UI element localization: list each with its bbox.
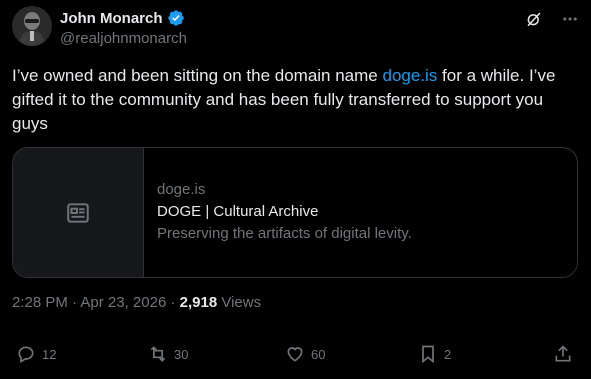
tweet-time[interactable]: 2:28 PM: [12, 294, 68, 311]
author-display-name[interactable]: John Monarch: [60, 10, 163, 27]
domain-link[interactable]: doge.is: [382, 66, 437, 85]
like-count: 60: [311, 346, 326, 362]
card-title: DOGE | Cultural Archive: [157, 203, 319, 220]
grok-icon[interactable]: [525, 10, 543, 28]
views-count: 2,918: [179, 294, 218, 311]
card-description: Preserving the artifacts of digital levi…: [157, 225, 412, 242]
meta-separator: ·: [166, 294, 180, 311]
author-name-row[interactable]: John Monarch: [60, 9, 185, 27]
heart-icon: [287, 347, 303, 362]
article-icon: [67, 202, 89, 223]
bookmark-icon: [422, 345, 434, 364]
share-icon: [555, 345, 571, 362]
card-domain: doge.is: [157, 181, 206, 198]
reply-icon: [18, 346, 34, 363]
more-options-icon[interactable]: [561, 10, 579, 28]
bookmark-count: 2: [444, 346, 452, 362]
repost-count: 30: [174, 346, 189, 362]
action-bar: 12 30 60 2: [16, 344, 579, 366]
repost-button[interactable]: 30: [148, 344, 188, 364]
link-card[interactable]: doge.is DOGE | Cultural Archive Preservi…: [12, 147, 578, 278]
reply-button[interactable]: 12: [16, 344, 56, 364]
tweet-date[interactable]: Apr 23, 2026: [80, 294, 166, 311]
repost-icon: [150, 346, 166, 362]
bookmark-button[interactable]: 2: [418, 344, 451, 364]
card-media: [13, 148, 144, 277]
verified-badge-icon: [167, 9, 185, 27]
tweet-text: I’ve owned and been sitting on the domai…: [12, 64, 579, 136]
author-handle[interactable]: @realjohnmonarch: [60, 30, 187, 47]
reply-count: 12: [42, 346, 57, 362]
tweet-text-before: I’ve owned and been sitting on the domai…: [12, 66, 383, 85]
avatar[interactable]: [12, 6, 52, 46]
share-button[interactable]: [553, 344, 573, 364]
like-button[interactable]: 60: [285, 344, 325, 364]
tweet-meta: 2:28 PM · Apr 23, 2026 · 2,918 Views: [12, 294, 261, 311]
meta-separator: ·: [67, 294, 81, 311]
views-label: Views: [217, 294, 262, 311]
